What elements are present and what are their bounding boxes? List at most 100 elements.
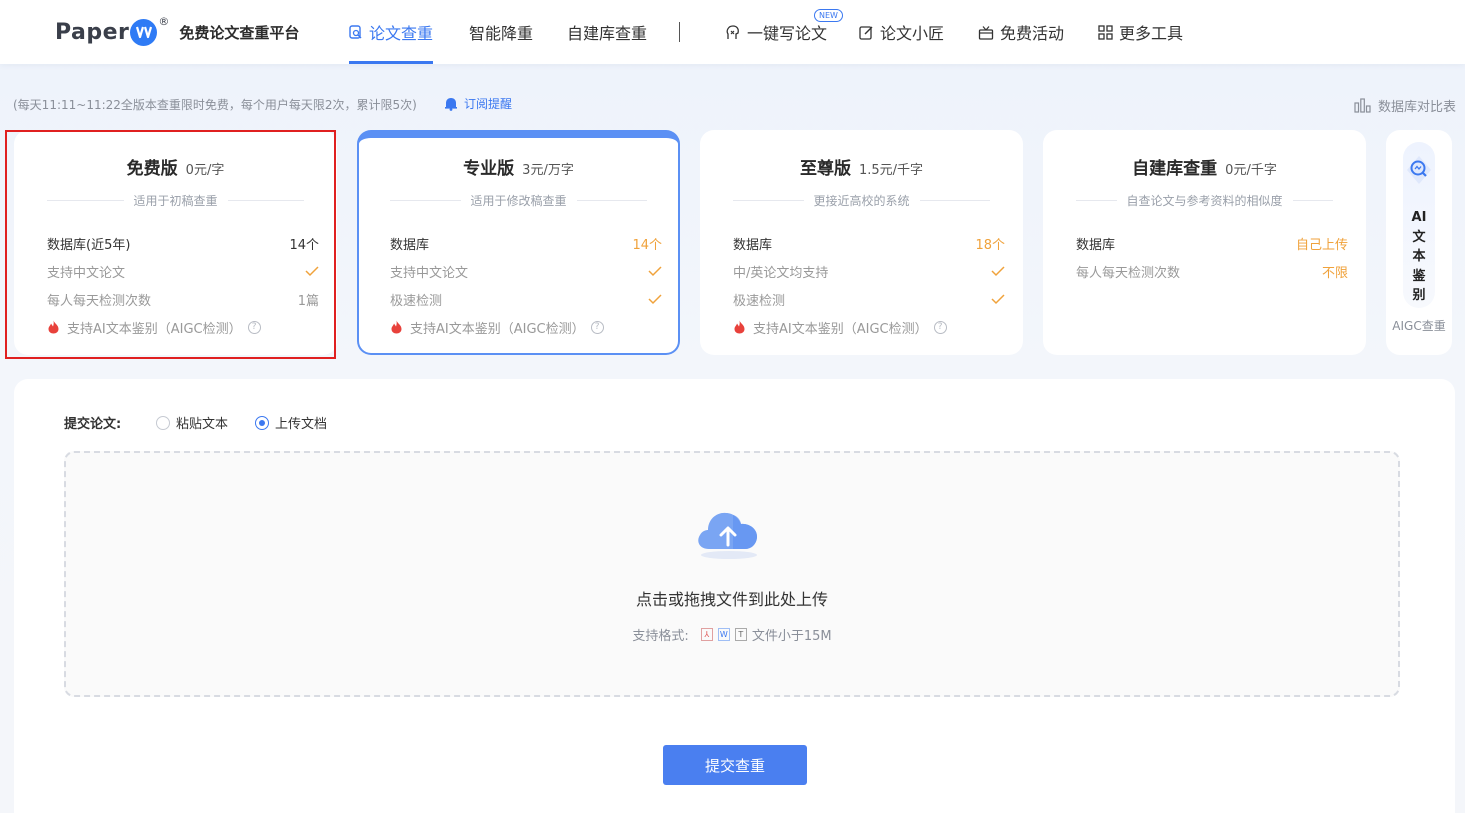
check-icon (305, 265, 319, 276)
formats-label: 支持格式: (632, 629, 689, 644)
plan-name: 免费版 (126, 159, 178, 179)
plan-subtitle-text: 适用于修改稿查重 (470, 193, 567, 208)
plan-card-premium[interactable]: 至尊版 1.5元/千字 更接近高校的系统 数据库 18个 中/英论文均支持 极速检测… (700, 130, 1023, 355)
ai-char: 本 (1412, 249, 1426, 264)
plan-card-pro[interactable]: 专业版 3元/万字 适用于修改稿查重 数据库 14个 支持中文论文 极速检测 支持A… (357, 130, 680, 355)
help-icon[interactable]: ? (247, 320, 261, 334)
plan-subtitle-text: 适用于初稿查重 (133, 193, 218, 208)
plan-title: 自建库查重 0元/千字 (1043, 154, 1366, 179)
ai-pill: AI 文 本 鉴 别 (1403, 142, 1435, 308)
feature-key: 中/英论文均支持 (733, 265, 829, 281)
aigc-check-label: AIGC查重 (1392, 319, 1446, 333)
cloud-upload-icon (698, 512, 758, 559)
logo-text: Paper (55, 19, 130, 45)
file-upload-dropzone[interactable]: 点击或拖拽文件到此处上传 支持格式: ⅄ W T 文件小于15M (64, 451, 1400, 697)
plan-name: 自建库查重 (1132, 159, 1218, 179)
feature-key: 支持中文论文 (47, 265, 126, 281)
feature-key: 支持AI文本鉴别（AIGC检测） (67, 321, 242, 337)
plan-card-free[interactable]: 免费版 0元/字 适用于初稿查重 数据库(近5年) 14个 支持中文论文 每人每天检… (14, 130, 337, 355)
feature-value: 1篇 (297, 293, 319, 309)
radio-upload-document[interactable]: 上传文档 (255, 413, 327, 432)
nav-paper-check[interactable]: 论文查重 (349, 0, 434, 64)
logo[interactable]: Paper ® 免费论文查重平台 (55, 15, 299, 49)
feature-row: 数据库 自己上传 (1076, 229, 1348, 257)
grid-icon (1098, 24, 1113, 40)
radio-paste-text[interactable]: 粘贴文本 (156, 413, 228, 432)
feature-key: 数据库 (733, 237, 773, 253)
feature-key: 支持AI文本鉴别（AIGC检测） (410, 321, 585, 337)
file-size-limit: 文件小于15M (751, 629, 832, 644)
nav-self-library-check[interactable]: 自建库查重 (567, 0, 647, 64)
submit-check-button[interactable]: 提交查重 (663, 745, 807, 785)
feature-key: 每人每天检测次数 (1076, 265, 1181, 281)
help-icon[interactable]: ? (590, 320, 604, 334)
plan-title: 至尊版 1.5元/千字 (700, 154, 1023, 179)
nav-label: 智能降重 (469, 24, 534, 43)
database-compare-link[interactable]: 数据库对比表 (1354, 96, 1456, 115)
top-nav-bar: Paper ® 免费论文查重平台 论文查重 智能降重 自建库查重 一键写论文 N… (0, 0, 1465, 64)
plan-price: 0元/字 (185, 163, 225, 178)
feature-key: 极速检测 (733, 293, 786, 309)
nav-label: 论文小匠 (880, 24, 945, 43)
feature-value: 14个 (632, 237, 662, 253)
feature-row: 支持AI文本鉴别（AIGC检测）? (733, 313, 1005, 341)
plan-title: 专业版 3元/万字 (359, 154, 678, 179)
nav-label: 自建库查重 (567, 24, 648, 43)
feature-key: 极速检测 (390, 293, 443, 309)
nav-one-click-write[interactable]: 一键写论文 NEW (725, 0, 843, 64)
plan-subtitle: 适用于修改稿查重 (390, 192, 648, 208)
subscribe-reminder-link[interactable]: 订阅提醒 (444, 95, 512, 112)
feature-key: 每人每天检测次数 (47, 293, 152, 309)
upload-instruction: 点击或拖拽文件到此处上传 (635, 590, 828, 609)
plan-subtitle: 自查论文与参考资料的相似度 (1076, 192, 1334, 208)
logo-registered-mark: ® (158, 15, 170, 28)
plan-name: 专业版 (463, 159, 515, 179)
gift-icon (978, 25, 994, 40)
feature-value: 自己上传 (1295, 237, 1348, 253)
plan-name: 至尊版 (799, 159, 851, 179)
nav-free-activity[interactable]: 免费活动 (978, 0, 1064, 64)
feature-row: 支持中文论文 (47, 257, 319, 285)
plan-subtitle-text: 自查论文与参考资料的相似度 (1126, 193, 1283, 208)
submit-paper-label: 提交论文: (64, 417, 122, 432)
plan-features: 数据库 14个 支持中文论文 极速检测 支持AI文本鉴别（AIGC检测）? (390, 229, 662, 341)
word-file-icon: W (717, 628, 730, 641)
feature-row: 中/英论文均支持 (733, 257, 1005, 285)
fire-icon (48, 320, 59, 334)
feature-key: 支持AI文本鉴别（AIGC检测） (753, 321, 928, 337)
plan-subtitle: 适用于初稿查重 (47, 192, 305, 208)
plan-card-self-library[interactable]: 自建库查重 0元/千字 自查论文与参考资料的相似度 数据库 自己上传 每人每天检测次… (1043, 130, 1366, 355)
nav-divider (679, 22, 680, 42)
plan-features: 数据库 18个 中/英论文均支持 极速检测 支持AI文本鉴别（AIGC检测）? (733, 229, 1005, 341)
feature-row: 数据库 18个 (733, 229, 1005, 257)
feature-row: 数据库(近5年) 14个 (47, 229, 319, 257)
feature-value: 14个 (289, 237, 319, 253)
nav-smart-reduce[interactable]: 智能降重 (469, 0, 533, 64)
fire-icon (734, 320, 745, 334)
feature-key: 数据库 (390, 237, 430, 253)
nav-more-tools[interactable]: 更多工具 (1098, 0, 1183, 64)
radio-label: 粘贴文本 (176, 417, 229, 432)
check-icon (991, 293, 1005, 304)
feature-row: 支持AI文本鉴别（AIGC检测）? (390, 313, 662, 341)
nav-paper-craftsman[interactable]: 论文小匠 (859, 0, 944, 64)
bell-icon (445, 98, 457, 111)
help-icon[interactable]: ? (933, 320, 947, 334)
feature-row: 支持AI文本鉴别（AIGC检测）? (47, 313, 319, 341)
free-time-notice: (每天11:11~11:22全版本查重限时免费，每个用户每天限2次，累计限5次) (13, 98, 417, 112)
nav-label: 免费活动 (1000, 24, 1065, 43)
radio-label: 上传文档 (275, 417, 328, 432)
feature-key: 支持中文论文 (390, 265, 469, 281)
feature-value: 不限 (1321, 265, 1348, 281)
feature-row: 极速检测 (390, 285, 662, 313)
bar-chart-icon (1354, 98, 1371, 113)
radio-circle (255, 415, 269, 430)
database-compare-label: 数据库对比表 (1378, 100, 1457, 115)
txt-file-icon: T (734, 628, 747, 641)
nav-label: 更多工具 (1119, 24, 1184, 43)
subscribe-label: 订阅提醒 (464, 97, 513, 111)
feature-row: 每人每天检测次数 1篇 (47, 285, 319, 313)
ai-char: 别 (1412, 288, 1426, 303)
ai-text-detect-card[interactable]: AI 文 本 鉴 别 AIGC查重 (1386, 130, 1452, 355)
edit-icon (859, 25, 873, 40)
